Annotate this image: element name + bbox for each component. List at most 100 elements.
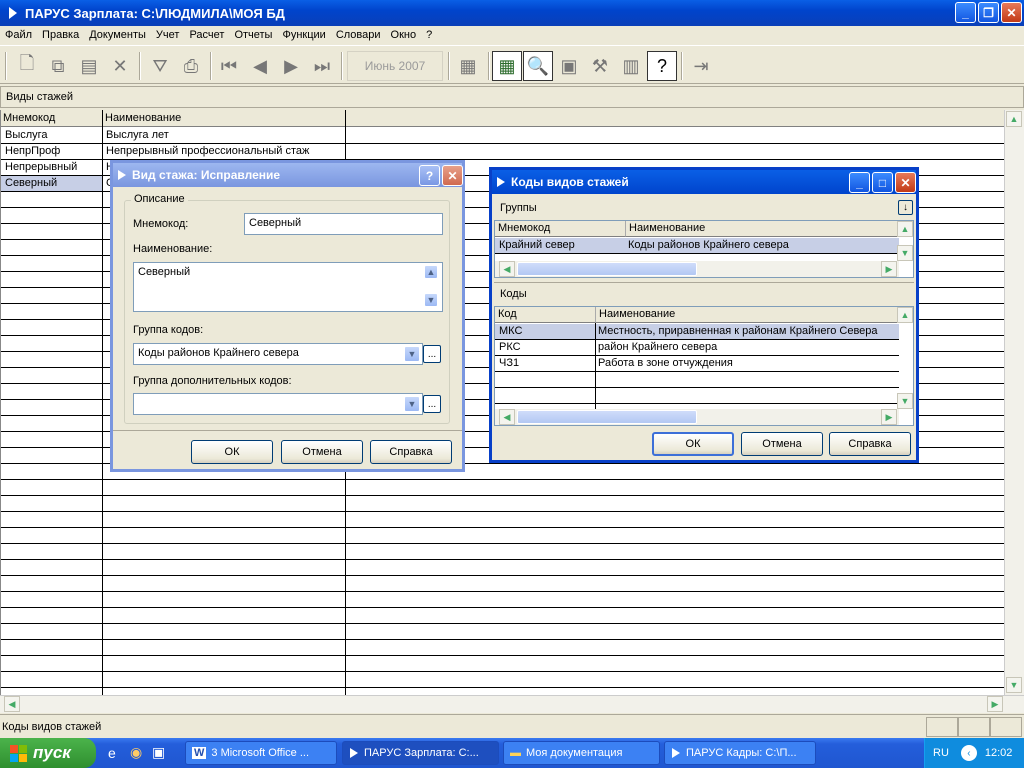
table-row[interactable] [1, 592, 1004, 608]
help-title-button[interactable]: ? [419, 165, 440, 186]
table-row[interactable] [1, 656, 1004, 672]
menu-window[interactable]: Окно [386, 29, 422, 41]
ie-icon[interactable]: e [108, 745, 116, 761]
new-document-icon[interactable]: 🗋 [12, 51, 42, 81]
print-icon[interactable]: ⎙ [176, 51, 206, 81]
table-row[interactable] [1, 608, 1004, 624]
calendar-icon[interactable]: ▣ [554, 51, 584, 81]
calendar-check-icon[interactable]: ▦ [453, 51, 483, 81]
chevron-left-icon[interactable]: ‹ [960, 745, 977, 761]
ok-button[interactable]: ОК [652, 432, 734, 456]
first-record-icon[interactable]: ⏮ [214, 51, 244, 81]
menu-accounting[interactable]: Учет [151, 29, 185, 41]
task-my-docs[interactable]: ▬ Моя документация [503, 741, 660, 765]
scroll-down-icon[interactable]: ▼ [897, 393, 913, 409]
menu-functions[interactable]: Функции [277, 29, 330, 41]
table-row[interactable] [1, 640, 1004, 656]
prev-record-icon[interactable]: ◀ [245, 51, 275, 81]
delete-icon[interactable]: ✕ [105, 51, 135, 81]
preview-icon[interactable]: 🔍 [523, 51, 553, 81]
codegroup-select[interactable]: Коды районов Крайнего севера ▼ [133, 343, 423, 365]
task-parus-zarplata[interactable]: ПАРУС Зарплата: C:... [342, 741, 499, 765]
scroll-up-icon[interactable]: ▲ [1006, 111, 1022, 127]
scroll-up-icon[interactable]: ▲ [897, 221, 913, 237]
last-record-icon[interactable]: ⏭ [307, 51, 337, 81]
copy-icon[interactable]: ⧉ [43, 51, 73, 81]
table-row[interactable] [1, 528, 1004, 544]
column-header-name[interactable]: Наименование [105, 112, 181, 124]
app-title-bar[interactable]: ПАРУС Зарплата: C:\ЛЮДМИЛА\МОЯ БД _ ❐ ✕ [0, 0, 1024, 26]
close-button[interactable]: ✕ [1001, 2, 1022, 23]
table-row[interactable]: РКС район Крайнего севера [495, 340, 899, 356]
scroll-right-icon[interactable]: ▶ [881, 409, 897, 425]
task-parus-kadry[interactable]: ПАРУС Кадры: C:\П... [664, 741, 816, 765]
menu-reports[interactable]: Отчеты [229, 29, 277, 41]
scroll-left-icon[interactable]: ◀ [4, 696, 20, 712]
ok-button[interactable]: ОК [191, 440, 273, 464]
scroll-down-icon[interactable]: ▼ [1006, 677, 1022, 693]
scroll-up-icon[interactable]: ▲ [897, 307, 913, 323]
addgroup-browse-button[interactable]: ... [423, 395, 441, 413]
exit-icon[interactable]: ⇥ [686, 51, 716, 81]
groups-column-mnemo[interactable]: Мнемокод [495, 221, 625, 237]
start-button[interactable]: пуск [0, 738, 96, 768]
scroll-right-icon[interactable]: ▶ [881, 261, 897, 277]
menu-documents[interactable]: Документы [84, 29, 151, 41]
menu-help[interactable]: ? [421, 29, 437, 41]
codegroup-browse-button[interactable]: ... [423, 345, 441, 363]
table-row[interactable]: МКС Местность, приравненная к районам Кра… [495, 324, 899, 340]
menu-edit[interactable]: Правка [37, 29, 84, 41]
garant-system-icon[interactable]: ▥ [616, 51, 646, 81]
table-row[interactable] [1, 544, 1004, 560]
cancel-button[interactable]: Отмена [281, 440, 363, 464]
cancel-button[interactable]: Отмена [741, 432, 823, 456]
maximize-button[interactable]: □ [872, 172, 893, 193]
list-item[interactable]: Крайний север Коды районов Крайнего север… [495, 238, 899, 254]
table-row[interactable] [1, 496, 1004, 512]
addgroup-select[interactable]: ▼ [133, 393, 423, 415]
media-player-icon[interactable]: ◉ [130, 744, 142, 761]
table-row[interactable]: Выслуга Выслуга лет [1, 128, 1004, 144]
minimize-button[interactable]: _ [955, 2, 976, 23]
tools-icon[interactable]: ⚒ [585, 51, 615, 81]
scroll-left-icon[interactable]: ◀ [499, 261, 515, 277]
codes-column-code[interactable]: Код [495, 307, 595, 323]
chevron-down-icon[interactable]: ▼ [404, 396, 420, 412]
menu-calculation[interactable]: Расчет [184, 29, 229, 41]
help-icon[interactable]: ? [647, 51, 677, 81]
scroll-thumb[interactable] [517, 410, 697, 424]
restore-button[interactable]: ❐ [978, 2, 999, 23]
groups-hscrollbar[interactable]: ◀ ▶ [495, 261, 899, 277]
grid-vertical-scrollbar[interactable]: ▲ ▼ [1004, 110, 1024, 695]
codes-column-name[interactable]: Наименование [595, 307, 899, 323]
minimize-button[interactable]: _ [849, 172, 870, 193]
scroll-down-icon[interactable]: ▼ [897, 245, 913, 261]
menu-file[interactable]: Файл [0, 29, 37, 41]
dialog-close-button[interactable]: ✕ [442, 165, 463, 186]
menu-dictionaries[interactable]: Словари [331, 29, 386, 41]
table-row[interactable] [1, 560, 1004, 576]
table-row[interactable] [495, 388, 899, 404]
close-button[interactable]: ✕ [895, 172, 916, 193]
scroll-up-icon[interactable]: ▲ [424, 265, 438, 279]
help-button[interactable]: Справка [370, 440, 452, 464]
name-textarea[interactable]: Северный ▲ ▼ [133, 262, 443, 312]
scroll-thumb[interactable] [517, 262, 697, 276]
scroll-left-icon[interactable]: ◀ [499, 409, 515, 425]
column-header-mnemo[interactable]: Мнемокод [3, 112, 55, 124]
filter-icon[interactable]: ⛛ [145, 51, 175, 81]
arrow-down-icon[interactable]: ↓ [898, 200, 913, 215]
table-row[interactable]: ЧЗ1 Работа в зоне отчуждения [495, 356, 899, 372]
table-row[interactable] [1, 512, 1004, 528]
table-row[interactable] [1, 624, 1004, 640]
scroll-down-icon[interactable]: ▼ [424, 293, 438, 307]
table-row[interactable] [1, 672, 1004, 688]
language-indicator[interactable]: RU [933, 747, 949, 759]
task-msoffice[interactable]: W 3 Microsoft Office ... [185, 741, 337, 765]
period-month-button[interactable]: Июнь 2007 [347, 51, 443, 81]
table-row[interactable] [1, 576, 1004, 592]
edit-icon[interactable]: ▤ [74, 51, 104, 81]
table-row[interactable]: НепрПроф Непрерывный профессиональный ста… [1, 144, 1004, 160]
grid-horizontal-scrollbar[interactable]: ◀ ▶ [0, 695, 1024, 713]
scroll-right-icon[interactable]: ▶ [987, 696, 1003, 712]
